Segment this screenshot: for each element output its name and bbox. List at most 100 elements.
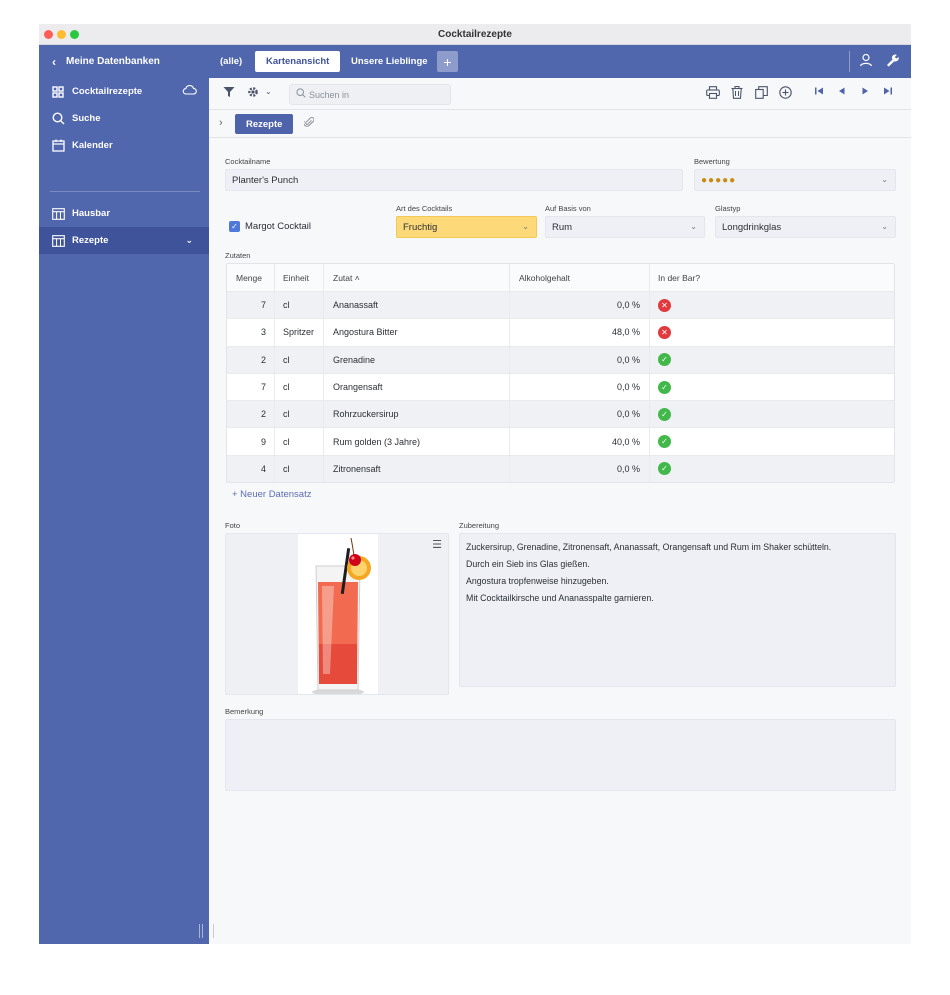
cell-zutat: Ananassaft — [324, 292, 510, 319]
zubereitung-line: Durch ein Sieb ins Glas gießen. — [466, 559, 590, 569]
table-icon — [50, 233, 66, 249]
subtab-rezepte[interactable]: Rezepte — [235, 114, 294, 134]
search-field[interactable] — [289, 84, 451, 105]
duplicate-icon[interactable] — [755, 86, 768, 102]
check-circle-icon: ✓ — [658, 435, 671, 449]
tab-unsere-lieblinge[interactable]: Unsere Lieblinge — [340, 51, 439, 72]
cell-in-der-bar: ✓ — [650, 401, 894, 427]
rating-stars: ●●●●● — [701, 174, 737, 186]
title-bar: Cocktailrezepte — [39, 24, 911, 45]
cell-alkoholgehalt: 48,0 % — [510, 319, 650, 346]
cell-in-der-bar: ✕ — [650, 292, 894, 318]
table-row[interactable]: 7 cl Orangensaft 0,0 % ✓ — [227, 372, 894, 401]
column-header-menge[interactable]: Menge — [227, 264, 275, 291]
previous-record-icon[interactable] — [837, 86, 847, 99]
check-circle-icon: ✓ — [658, 380, 671, 394]
table-row[interactable]: 9 cl Rum golden (3 Jahre) 40,0 % ✓ — [227, 427, 894, 455]
cell-alkoholgehalt: 0,0 % — [510, 346, 650, 373]
table-row[interactable]: 2 cl Grenadine 0,0 % ✓ — [227, 345, 894, 373]
sidebar-item-label: Suche — [72, 113, 101, 124]
margot-cocktail-label: Margot Cocktail — [245, 221, 311, 232]
column-header-in-der-bar[interactable]: In der Bar? — [650, 264, 894, 291]
column-header-zutat[interactable]: Zutat ˄ — [324, 264, 510, 291]
sidebar-item-suche[interactable]: Suche — [39, 105, 209, 132]
paperclip-icon[interactable] — [303, 116, 315, 131]
cell-in-der-bar: ✓ — [650, 347, 894, 373]
topbar-divider — [849, 51, 850, 72]
search-icon — [296, 88, 306, 101]
back-to-databases-button[interactable]: ‹ Meine Datenbanken — [39, 45, 209, 78]
bemerkung-label: Bemerkung — [225, 707, 264, 716]
chevron-right-icon[interactable]: › — [219, 117, 223, 129]
auf-basis-von-select[interactable]: Rum ⌄ — [545, 216, 705, 238]
art-label: Art des Cocktails — [396, 204, 453, 213]
cell-einheit: cl — [275, 292, 324, 319]
tab-kartenansicht[interactable]: Kartenansicht — [255, 51, 341, 72]
hamburger-menu-icon[interactable]: ☰ — [432, 538, 442, 551]
record-toolbar: ⌄ — [209, 78, 911, 110]
bewertung-select[interactable]: ●●●●● ⌄ — [694, 169, 896, 191]
cell-menge: 7 — [227, 292, 275, 319]
grid-icon — [50, 84, 66, 100]
column-header-alkoholgehalt[interactable]: Alkoholgehalt — [510, 264, 650, 291]
sidebar-resize-handle[interactable] — [199, 924, 203, 938]
sidebar-item-cocktailrezepte[interactable]: Cocktailrezepte — [39, 78, 209, 105]
window-title: Cocktailrezepte — [438, 29, 512, 40]
add-view-button[interactable]: + — [437, 51, 458, 72]
first-record-icon[interactable] — [814, 86, 824, 99]
filter-icon[interactable] — [223, 86, 235, 101]
margot-cocktail-checkbox[interactable]: ✓ Margot Cocktail — [229, 221, 311, 232]
cloud-icon[interactable] — [182, 84, 197, 98]
art-des-cocktails-select[interactable]: Fruchtig ⌄ — [396, 216, 537, 238]
table-row[interactable]: 7 cl Ananassaft 0,0 % ✕ — [227, 291, 894, 319]
table-row[interactable]: 2 cl Rohrzuckersirup 0,0 % ✓ — [227, 400, 894, 428]
cocktailname-field[interactable]: Planter's Punch — [225, 169, 683, 191]
sidebar-item-rezepte[interactable]: Rezepte ⌄ — [39, 227, 209, 254]
calendar-icon — [50, 138, 66, 154]
foto-label: Foto — [225, 521, 241, 530]
gear-icon[interactable] — [247, 86, 260, 101]
glastyp-select[interactable]: Longdrinkglas ⌄ — [715, 216, 896, 238]
wrench-icon[interactable] — [885, 53, 899, 70]
cell-in-der-bar: ✓ — [650, 428, 894, 454]
photo-field[interactable]: ☰ — [225, 533, 449, 695]
user-icon[interactable] — [859, 53, 873, 70]
sidebar-item-kalender[interactable]: Kalender — [39, 132, 209, 159]
cell-alkoholgehalt: 0,0 % — [510, 455, 650, 483]
column-header-einheit[interactable]: Einheit — [275, 264, 324, 291]
new-record-button[interactable]: + Neuer Datensatz — [232, 489, 311, 500]
content-resize-handle[interactable] — [213, 924, 215, 938]
sidebar-item-hausbar[interactable]: Hausbar — [39, 200, 209, 227]
cell-menge: 4 — [227, 455, 275, 483]
chevron-down-icon[interactable]: ⌄ — [185, 235, 193, 246]
table-header-row: Menge Einheit Zutat ˄ Alkoholgehalt In d… — [227, 264, 894, 291]
search-input[interactable] — [309, 89, 439, 100]
add-record-icon[interactable] — [779, 86, 792, 102]
sidebar: ‹ Meine Datenbanken Cocktailrezepte Such… — [39, 45, 209, 944]
cell-alkoholgehalt: 0,0 % — [510, 401, 650, 428]
table-row[interactable]: 3 Spritzer Angostura Bitter 48,0 % ✕ — [227, 318, 894, 346]
table-body: 7 cl Ananassaft 0,0 % ✕ 3 Spritzer Angostura Bi… — [227, 291, 894, 483]
table-icon — [50, 206, 66, 222]
cocktailname-value: Planter's Punch — [232, 174, 299, 186]
cross-circle-icon: ✕ — [658, 298, 671, 312]
tab-alle[interactable]: (alle) — [209, 51, 253, 72]
art-value: Fruchtig — [403, 221, 438, 233]
cell-zutat: Angostura Bitter — [324, 319, 510, 346]
last-record-icon[interactable] — [883, 86, 893, 99]
trash-icon[interactable] — [731, 86, 743, 102]
table-row[interactable]: 4 cl Zitronensaft 0,0 % ✓ — [227, 454, 894, 483]
zubereitung-textarea[interactable]: Zuckersirup, Grenadine, Zitronensaft, An… — [459, 533, 896, 687]
next-record-icon[interactable] — [860, 86, 870, 99]
bemerkung-textarea[interactable] — [225, 719, 896, 791]
print-icon[interactable] — [706, 86, 720, 102]
cell-menge: 2 — [227, 346, 275, 373]
chevron-left-icon: ‹ — [52, 54, 56, 69]
back-label: Meine Datenbanken — [66, 56, 160, 67]
cell-zutat: Rum golden (3 Jahre) — [324, 428, 510, 455]
search-icon — [50, 111, 66, 127]
cross-circle-icon: ✕ — [658, 325, 671, 339]
chevron-down-icon[interactable]: ⌄ — [265, 87, 272, 96]
cell-in-der-bar: ✕ — [650, 319, 894, 345]
chevron-down-icon: ⌄ — [881, 222, 888, 231]
